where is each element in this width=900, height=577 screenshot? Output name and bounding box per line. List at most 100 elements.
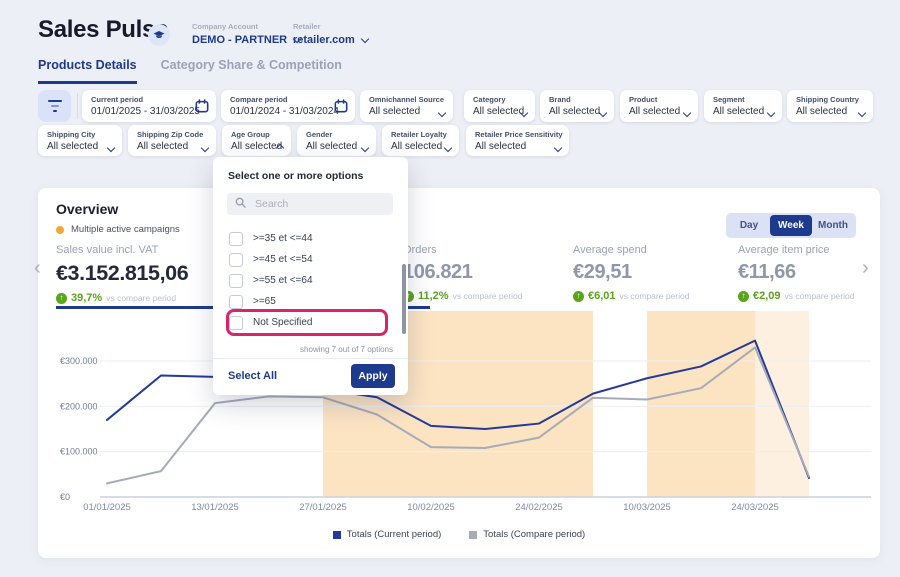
filter-chip-shipping-country[interactable]: Shipping CountryAll selected bbox=[787, 90, 873, 122]
filter-chip-retailer-price-sensitivity[interactable]: Retailer Price SensitivityAll selected bbox=[466, 125, 569, 156]
kpi-value: €3.152.815,06 bbox=[56, 261, 188, 286]
filter-chip-gender[interactable]: GenderAll selected bbox=[297, 125, 376, 156]
filter-chip-label: Product bbox=[629, 95, 657, 104]
checkbox-icon[interactable] bbox=[229, 274, 243, 288]
checkbox-icon[interactable] bbox=[229, 295, 243, 309]
select-all-link[interactable]: Select All bbox=[228, 370, 277, 382]
company-account-value: DEMO - PARTNER bbox=[192, 34, 287, 46]
tab-1[interactable]: Category Share & Competition bbox=[161, 58, 342, 84]
filter-chip-value: All selected bbox=[306, 141, 357, 152]
filter-chip-value: All selected bbox=[713, 106, 764, 117]
filter-chip-retailer-loyalty[interactable]: Retailer Loyalty All selected bbox=[382, 125, 459, 156]
y-tick-label: €100.000 bbox=[60, 447, 98, 457]
filter-chip-age-group[interactable]: Age GroupAll selected bbox=[222, 125, 291, 156]
filter-chip-value: All selected bbox=[231, 141, 282, 152]
filter-chip-label: Current period bbox=[91, 95, 143, 104]
option-row[interactable]: >=35 et <=44 bbox=[229, 228, 385, 249]
filter-chip-current-period[interactable]: Current period01/01/2025 - 31/03/2025 bbox=[82, 90, 216, 122]
retailer-selector[interactable]: Retailer retailer.com bbox=[293, 22, 368, 46]
search-input[interactable] bbox=[253, 197, 377, 211]
filter-chip-shipping-zip-code[interactable]: Shipping Zip Code All selected bbox=[128, 125, 216, 156]
option-row[interactable]: >=45 et <=54 bbox=[229, 249, 385, 270]
filter-icon bbox=[51, 105, 59, 108]
kpi-value: €11,66 bbox=[738, 261, 854, 284]
checkbox-icon[interactable] bbox=[229, 232, 243, 246]
filter-chip-value: All selected bbox=[475, 141, 526, 152]
filter-chip-product[interactable]: ProductAll selected bbox=[620, 90, 698, 122]
chevron-down-icon bbox=[439, 103, 445, 121]
company-account-selector[interactable]: Company Account DEMO - PARTNER bbox=[192, 22, 300, 46]
filter-chip-label: Compare period bbox=[230, 95, 288, 104]
calendar-icon bbox=[195, 99, 209, 118]
filter-chip-label: Retailer Loyalty bbox=[391, 130, 447, 139]
legend-label: Totals (Compare period) bbox=[483, 529, 585, 540]
chevron-down-icon bbox=[108, 138, 114, 156]
legend-item: Totals (Current period) bbox=[333, 529, 442, 540]
kpi-3[interactable]: Average item price €11,66 ↑€2,09vs compare… bbox=[738, 244, 854, 302]
chevron-down-icon bbox=[768, 103, 774, 121]
filter-icon bbox=[53, 110, 57, 113]
x-tick-label: 10/02/2025 bbox=[407, 502, 455, 513]
legend-label: Totals (Current period) bbox=[347, 529, 442, 540]
carousel-right-arrow[interactable]: › bbox=[862, 258, 869, 278]
filter-chip-segment[interactable]: SegmentAll selected bbox=[704, 90, 782, 122]
filter-chip-value: All selected bbox=[796, 106, 847, 117]
kpi-delta: ↑€6,01vs compare period bbox=[573, 290, 689, 302]
chevron-down-icon bbox=[555, 138, 561, 156]
kpi-value: €29,51 bbox=[573, 261, 689, 284]
arrow-up-circle-icon: ↑ bbox=[56, 293, 67, 304]
x-tick-label: 10/03/2025 bbox=[623, 502, 671, 513]
kpi-value: 106.821 bbox=[403, 261, 523, 284]
kpi-0[interactable]: Sales value incl. VAT €3.152.815,06 ↑ 39,7%… bbox=[56, 244, 188, 304]
tab-bar: Products Details Category Share & Competi… bbox=[38, 58, 342, 84]
filter-chip-value: All selected bbox=[137, 141, 188, 152]
kpi-delta-suffix: vs compare period bbox=[106, 293, 176, 303]
checkbox-icon[interactable] bbox=[229, 253, 243, 267]
filter-chip-value: 01/01/2024 - 31/03/2024 bbox=[230, 106, 339, 117]
x-tick-label: 24/02/2025 bbox=[515, 502, 563, 513]
filter-chip-compare-period[interactable]: Compare period 01/01/2024 - 31/03/2024 bbox=[221, 90, 355, 122]
kpi-delta-value: €2,09 bbox=[753, 290, 781, 302]
apply-button[interactable]: Apply bbox=[351, 364, 395, 388]
kpi-delta-value: €6,01 bbox=[588, 290, 616, 302]
option-label: >=45 et <=54 bbox=[253, 254, 313, 265]
filter-toggle-button[interactable] bbox=[38, 90, 71, 122]
option-row[interactable]: >=55 et <=64 bbox=[229, 270, 385, 291]
kpi-label: Average item price bbox=[738, 244, 854, 256]
filter-chip-category[interactable]: Category All selected bbox=[464, 90, 535, 122]
legend-swatch-icon bbox=[469, 531, 477, 539]
option-row[interactable]: >=65 bbox=[229, 291, 385, 312]
kpi-delta: ↑€2,09vs compare period bbox=[738, 290, 854, 302]
filter-chip-label: Category bbox=[473, 95, 506, 104]
option-label: >=65 bbox=[253, 296, 276, 307]
x-tick-label: 27/01/2025 bbox=[299, 502, 347, 513]
chart-legend: Totals (Current period) Totals (Compare p… bbox=[38, 529, 880, 540]
filter-chip-omnichannel-source[interactable]: Omnichannel SourceAll selected bbox=[360, 90, 453, 122]
filter-chip-label: Shipping Zip Code bbox=[137, 130, 203, 139]
kpi-1[interactable]: Orders106.821↑11,2%vs compare period bbox=[403, 244, 523, 302]
filter-chip-label: Brand bbox=[549, 95, 571, 104]
filter-chip-shipping-city[interactable]: Shipping CityAll selected bbox=[38, 125, 122, 156]
filter-chip-label: Omnichannel Source bbox=[369, 95, 444, 104]
filter-chip-value: All selected bbox=[473, 106, 524, 117]
kpi-delta-value: 39,7% bbox=[71, 292, 102, 304]
checkbox-icon[interactable] bbox=[229, 316, 243, 330]
kpi-label: Sales value incl. VAT bbox=[56, 244, 188, 256]
dropdown-search[interactable] bbox=[227, 193, 393, 215]
option-row[interactable]: Not Specified bbox=[229, 312, 385, 333]
kpi-2[interactable]: Average spend€29,51↑€6,01vs compare peri… bbox=[573, 244, 689, 302]
options-count-text: showing 7 out of 7 options bbox=[300, 345, 393, 354]
x-tick-label: 01/01/2025 bbox=[83, 502, 131, 513]
y-tick-label: €300.000 bbox=[60, 356, 98, 366]
carousel-left-arrow[interactable]: ‹ bbox=[34, 258, 41, 278]
kpi-delta-suffix: vs compare period bbox=[620, 291, 690, 301]
dropdown-title: Select one or more options bbox=[228, 170, 363, 182]
chevron-down-icon bbox=[362, 138, 368, 156]
dropdown-scrollbar[interactable] bbox=[402, 264, 406, 334]
filter-chip-brand[interactable]: BrandAll selected bbox=[540, 90, 614, 122]
chevron-down-icon bbox=[521, 103, 527, 121]
retailer-label: Retailer bbox=[293, 22, 368, 31]
overview-card: Overview Multiple active campaigns DayWe… bbox=[38, 188, 880, 558]
tab-0[interactable]: Products Details bbox=[38, 58, 137, 84]
filter-chip-value: All selected bbox=[391, 141, 442, 152]
